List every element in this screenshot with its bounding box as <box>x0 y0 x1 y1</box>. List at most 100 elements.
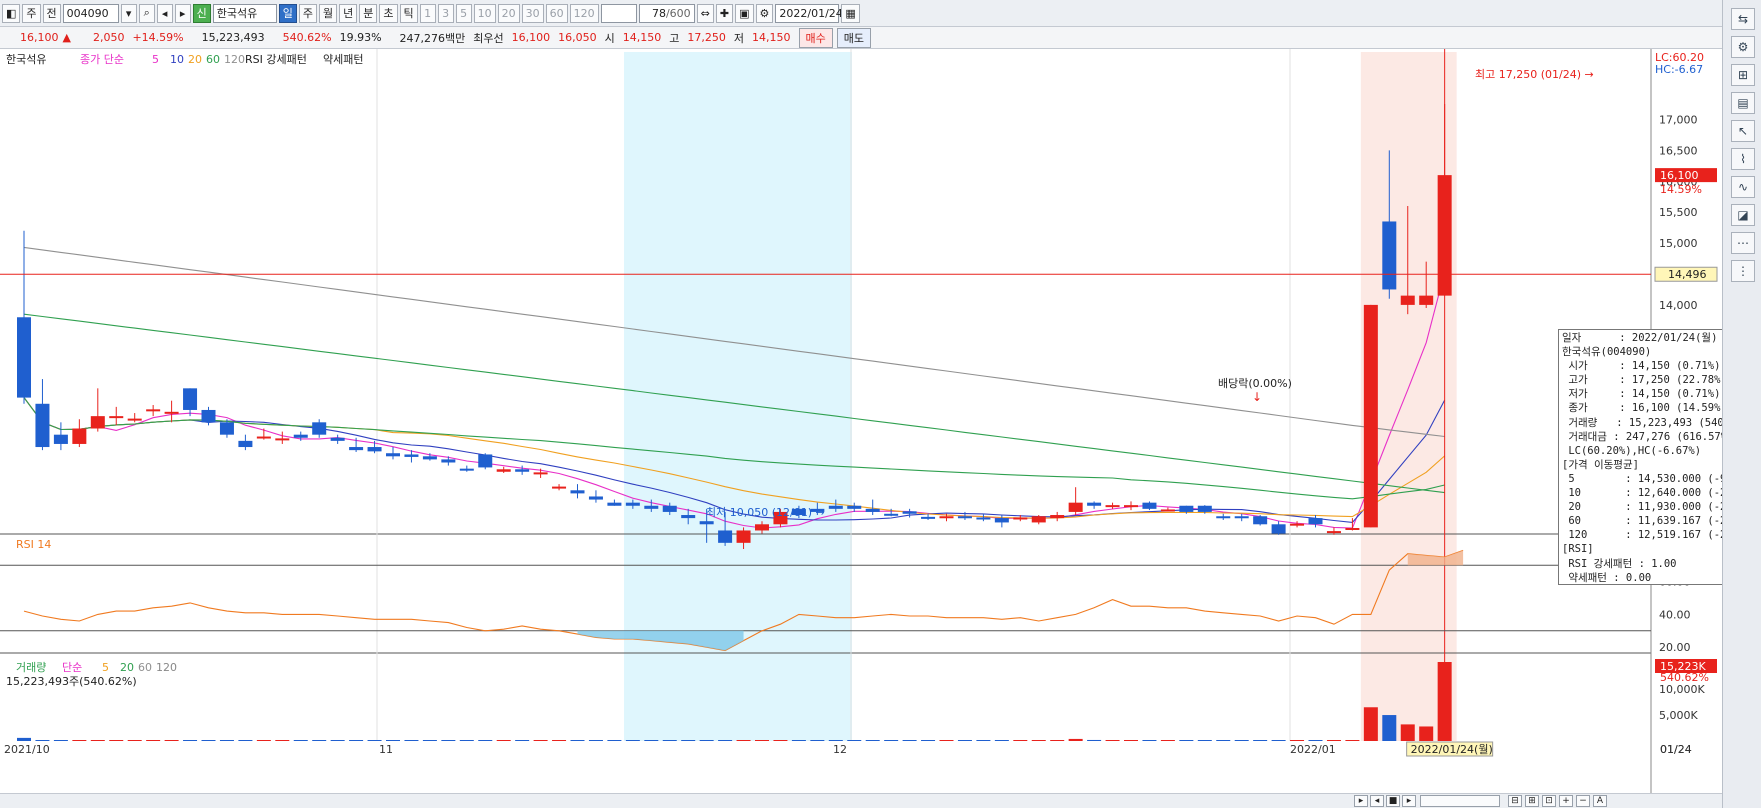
rsi-tick-label: 40.00 <box>1659 608 1691 621</box>
side-tool-icon-7[interactable]: ◪ <box>1731 204 1755 226</box>
legend-ma-20: 20 <box>188 53 202 66</box>
volume-bar <box>404 740 419 741</box>
volume-bar <box>1124 740 1138 741</box>
volume-bar <box>1419 726 1434 741</box>
candle-body <box>219 422 234 435</box>
period-tab-월[interactable]: 월 <box>319 3 338 23</box>
volume-bar <box>644 740 659 741</box>
interval-select[interactable] <box>600 3 637 23</box>
current-price: 16,100 <box>20 31 59 44</box>
view-tool-icon-5[interactable]: A <box>1593 795 1607 807</box>
period-tab-년[interactable]: 년 <box>339 3 358 23</box>
interval-3[interactable]: 3 <box>437 3 454 23</box>
volume-bar <box>1179 740 1194 741</box>
volume-value: 15,223,493주(540.62%) <box>6 675 137 688</box>
candle-body <box>865 508 880 512</box>
volume-bar <box>422 740 437 741</box>
candle-body <box>1253 516 1268 525</box>
period-tab-틱[interactable]: 틱 <box>399 3 418 23</box>
nav-step-icon-0[interactable]: ▸ <box>1354 795 1368 807</box>
interval-5[interactable]: 5 <box>455 3 472 23</box>
interval-20[interactable]: 20 <box>497 3 520 23</box>
volume-bar <box>478 740 493 741</box>
view-tool-icon-2[interactable]: ⊡ <box>1542 795 1556 807</box>
chart-type-icon[interactable]: ◧ <box>2 3 21 23</box>
nav-step-icon-3[interactable]: ▸ <box>1402 795 1416 807</box>
view-tool-icon-1[interactable]: ⊞ <box>1525 795 1539 807</box>
interval-60[interactable]: 60 <box>545 3 568 23</box>
date-input[interactable]: 2022/01/24 <box>775 3 843 23</box>
interval-1[interactable]: 1 <box>419 3 436 23</box>
buy-button[interactable]: 매수 <box>798 27 833 48</box>
candle-body <box>1308 518 1323 525</box>
side-tool-icon-3[interactable]: ▤ <box>1731 92 1755 114</box>
volume-bar <box>1160 740 1175 741</box>
change-percent: +14.59% <box>132 31 184 44</box>
side-tool-icon-2[interactable]: ⊞ <box>1731 64 1755 86</box>
side-tool-icon-0[interactable]: ⇆ <box>1731 8 1755 30</box>
stock-code-input[interactable]: 004090 <box>62 3 119 23</box>
side-tool-icon-9[interactable]: ⋮ <box>1731 260 1755 282</box>
cursor-icon[interactable]: ✚ <box>715 3 734 23</box>
new-badge: 신 <box>192 3 211 23</box>
legend-ma-60: 60 <box>206 53 220 66</box>
gear-icon[interactable]: ⚙ <box>755 3 774 23</box>
side-tool-icon-6[interactable]: ∿ <box>1731 176 1755 198</box>
volume-bar <box>127 740 142 741</box>
volume-bar <box>736 740 751 741</box>
volume-ma-5: 5 <box>102 661 109 674</box>
volume-bar <box>755 740 769 741</box>
candle-body <box>736 530 751 543</box>
sell-button[interactable]: 매도 <box>836 27 872 48</box>
interval-30[interactable]: 30 <box>521 3 544 23</box>
candle-body <box>515 469 530 472</box>
candle-count-total: /600 <box>665 6 691 20</box>
candle-body <box>625 502 640 506</box>
side-tool-icon-1[interactable]: ⚙ <box>1731 36 1755 58</box>
candle-body <box>349 447 364 451</box>
nav-icon[interactable]: ▸ <box>174 3 191 23</box>
prev-button[interactable]: 전 <box>42 3 61 23</box>
candle-body <box>1363 304 1378 528</box>
period-tab-주[interactable]: 주 <box>298 3 318 23</box>
view-tool-icon-3[interactable]: + <box>1559 795 1573 807</box>
candle-body <box>1124 505 1138 508</box>
week-button[interactable]: 주 <box>22 3 41 23</box>
volume-bar <box>828 740 843 741</box>
side-tool-icon-8[interactable]: ⋯ <box>1731 232 1755 254</box>
side-tool-icon-4[interactable]: ↖ <box>1731 120 1755 142</box>
calendar-icon[interactable]: ▦ <box>841 3 860 23</box>
nav-step-icon-1[interactable]: ◂ <box>1370 795 1384 807</box>
volume-ma-120: 120 <box>156 661 177 674</box>
volume-bar <box>1326 740 1341 741</box>
side-tool-icon-5[interactable]: ⌇ <box>1731 148 1755 170</box>
candle-body <box>53 434 68 444</box>
interval-120[interactable]: 120 <box>569 3 599 23</box>
period-tab-일[interactable]: 일 <box>278 3 297 23</box>
view-tool-icon-0[interactable]: ⊟ <box>1508 795 1522 807</box>
zoom-icon[interactable]: ⇔ <box>696 3 714 23</box>
save-icon[interactable]: ▣ <box>735 3 754 23</box>
candle-body <box>1419 295 1434 305</box>
period-tab-초[interactable]: 초 <box>379 3 398 23</box>
toolbar: ◧ 주 전 004090 ▾ ⌕ ◂ ▸ 신 한국석유 일 주 월 년 분 초 틱 1 3 5 10 20 30 60 120 7… <box>0 0 1761 27</box>
period-tab-분[interactable]: 분 <box>359 3 378 23</box>
search-icon[interactable]: ⌕ <box>138 3 155 23</box>
candle-body <box>1197 505 1212 512</box>
volume-bar <box>164 740 179 741</box>
volume-bar <box>53 740 68 741</box>
volume-bar <box>1050 740 1065 741</box>
candle-body <box>386 453 400 457</box>
speaker-icon[interactable]: ◂ <box>156 3 173 23</box>
code-dropdown-icon[interactable]: ▾ <box>120 3 137 23</box>
interval-10[interactable]: 10 <box>473 3 496 23</box>
view-tool-icon-4[interactable]: − <box>1576 795 1590 807</box>
volume-bar <box>662 740 677 741</box>
volume-bar <box>1253 740 1268 741</box>
candle-count-input[interactable]: 78/600 <box>638 3 695 23</box>
zoom-slider[interactable] <box>1420 795 1500 807</box>
candle-body <box>1290 523 1305 526</box>
nav-step-icon-2[interactable]: ■ <box>1386 795 1400 807</box>
volume-bar <box>1087 739 1102 741</box>
candle-body <box>718 530 733 543</box>
